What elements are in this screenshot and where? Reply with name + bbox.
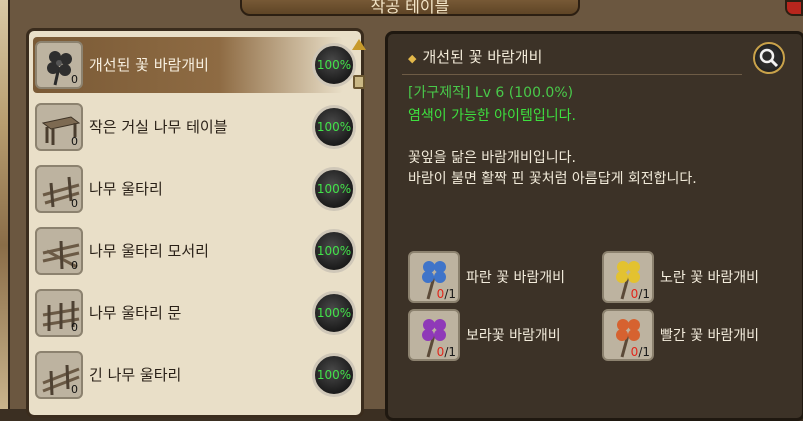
item-description-line: 바람이 불면 활짝 핀 꽃처럼 아름답게 회전합니다. (408, 171, 697, 187)
material-required: /1 (444, 345, 456, 359)
item-name: 나무 울타리 문 (89, 304, 182, 322)
material-name: 보라꽃 바람개비 (466, 328, 561, 344)
material-count: 0/1 (631, 345, 650, 359)
success-rate: 100% (312, 43, 356, 87)
detail-title-text: 개선된 꽃 바람개비 (422, 48, 543, 66)
material-slot[interactable]: 0/1 노란 꽃 바람개비 (602, 251, 792, 305)
list-item[interactable]: 0 긴 나무 울타리 100% (33, 347, 356, 403)
magnifier-icon (759, 48, 779, 68)
pinwheel-icon: 0 (35, 41, 83, 89)
list-item[interactable]: 0 작은 거실 나무 테이블 100% (33, 99, 356, 155)
long-fence-icon: 0 (35, 351, 83, 399)
purple-pinwheel-icon: 0/1 (408, 309, 460, 361)
divider (402, 74, 742, 75)
table-icon: 0 (35, 103, 83, 151)
craft-skill-level: [가구제작] Lv 6 (100.0%) (408, 85, 574, 101)
material-required: /1 (638, 287, 650, 301)
material-name: 빨간 꽃 바람개비 (660, 328, 760, 344)
fence-icon: 0 (35, 165, 83, 213)
item-name: 개선된 꽃 바람개비 (89, 56, 209, 74)
material-required: /1 (638, 345, 650, 359)
crafting-window: 작공 테이블 0 개선된 꽃 바람개비 100% 0 작은 거실 나무 테이블 … (8, 0, 803, 421)
list-item[interactable]: 0 개선된 꽃 바람개비 100% (33, 37, 356, 93)
item-count: 0 (71, 197, 78, 210)
fence-corner-icon: 0 (35, 227, 83, 275)
recipe-list: 0 개선된 꽃 바람개비 100% 0 작은 거실 나무 테이블 100% 0 … (26, 28, 366, 418)
success-rate: 100% (312, 105, 356, 149)
material-slot[interactable]: 0/1 빨간 꽃 바람개비 (602, 309, 792, 363)
dye-availability: 염색이 가능한 아이템입니다. (408, 108, 576, 124)
success-rate: 100% (312, 229, 356, 273)
material-slot[interactable]: 0/1 파란 꽃 바람개비 (408, 251, 598, 305)
list-item[interactable]: 0 나무 울타리 문 100% (33, 285, 356, 341)
success-rate: 100% (312, 353, 356, 397)
material-name: 노란 꽃 바람개비 (660, 270, 760, 286)
close-button[interactable] (785, 0, 803, 16)
material-count: 0/1 (437, 287, 456, 301)
list-item[interactable]: 0 나무 울타리 100% (33, 161, 356, 217)
red-pinwheel-icon: 0/1 (602, 309, 654, 361)
material-name: 파란 꽃 바람개비 (466, 270, 566, 286)
diamond-bullet-icon: ◆ (408, 52, 417, 65)
fence-gate-icon: 0 (35, 289, 83, 337)
item-count: 0 (71, 135, 78, 148)
item-count: 0 (71, 73, 78, 86)
item-name: 나무 울타리 (89, 180, 163, 198)
material-count: 0/1 (631, 287, 650, 301)
item-count: 0 (71, 321, 78, 334)
scrollbar-thumb[interactable] (353, 75, 365, 89)
scroll-up-arrow-icon[interactable] (352, 39, 366, 50)
item-description-line: 꽃잎을 닮은 바람개비입니다. (408, 150, 576, 166)
item-name: 나무 울타리 모서리 (89, 242, 209, 260)
item-name: 작은 거실 나무 테이블 (89, 118, 228, 136)
success-rate: 100% (312, 291, 356, 335)
yellow-pinwheel-icon: 0/1 (602, 251, 654, 303)
item-name: 긴 나무 울타리 (89, 366, 182, 384)
material-required: /1 (444, 287, 456, 301)
material-slot[interactable]: 0/1 보라꽃 바람개비 (408, 309, 598, 363)
item-count: 0 (71, 383, 78, 396)
material-count: 0/1 (437, 345, 456, 359)
success-rate: 100% (312, 167, 356, 211)
blue-pinwheel-icon: 0/1 (408, 251, 460, 303)
list-item[interactable]: 0 나무 울타리 모서리 100% (33, 223, 356, 279)
window-title: 작공 테이블 (240, 0, 580, 16)
detail-title: ◆ 개선된 꽃 바람개비 (408, 46, 542, 67)
item-detail-panel: ◆ 개선된 꽃 바람개비 [가구제작] Lv 6 (100.0%) 염색이 가능한… (385, 31, 803, 421)
magnifier-button[interactable] (753, 42, 785, 74)
item-count: 0 (71, 259, 78, 272)
